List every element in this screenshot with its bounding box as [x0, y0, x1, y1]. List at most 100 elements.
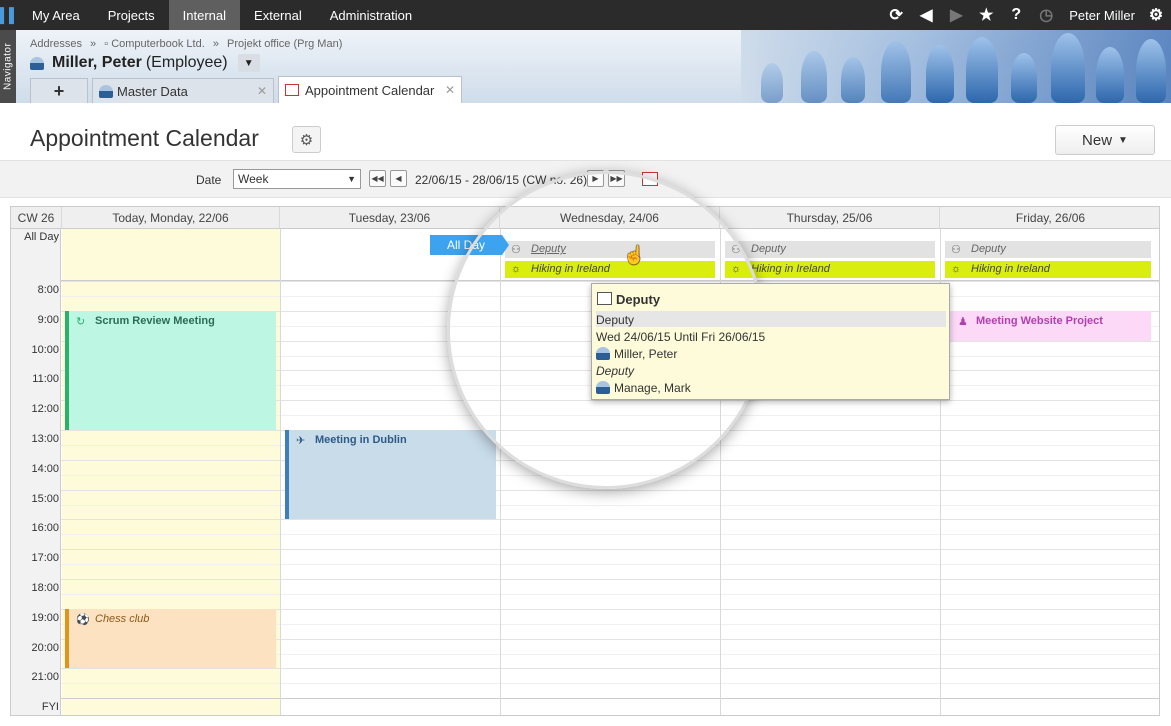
hour-label: 9:00: [37, 314, 59, 326]
refresh-icon[interactable]: ⟳: [881, 0, 911, 30]
page-header: Appointment Calendar ⚙ New ▼: [0, 103, 1171, 160]
nav-internal[interactable]: Internal: [168, 0, 241, 30]
calendar-picker-icon[interactable]: [642, 172, 658, 186]
close-tab-icon[interactable]: ✕: [257, 84, 267, 98]
last-page-icon[interactable]: ▶▶: [608, 170, 625, 187]
breadcrumb-company[interactable]: Computerbook Ltd.: [111, 38, 205, 50]
forward-arrow-icon[interactable]: ▶: [941, 0, 971, 30]
tooltip-category: Deputy: [596, 311, 946, 327]
hour-label: 8:00: [37, 284, 59, 296]
page-title: Appointment Calendar: [30, 125, 259, 151]
entity-name: Miller, Peter: [52, 54, 142, 71]
half-hour-gridline: [61, 564, 1159, 565]
all-day-event-deputy[interactable]: ⚇ Deputy: [945, 241, 1151, 258]
hour-label: 17:00: [31, 552, 59, 564]
group-icon: ♟: [958, 316, 968, 328]
event-chess-club[interactable]: ⚽ Chess club: [65, 609, 276, 668]
hand-cursor-icon: ☝: [623, 245, 646, 265]
back-arrow-icon[interactable]: ◀: [911, 0, 941, 30]
all-day-event-hiking[interactable]: ☼ Hiking in Ireland: [945, 261, 1151, 278]
all-day-badge: All Day: [430, 235, 509, 255]
vacation-icon: ☼: [731, 263, 742, 275]
first-page-icon[interactable]: ◀◀: [369, 170, 386, 187]
event-meeting-website-project[interactable]: ♟ Meeting Website Project: [950, 311, 1151, 341]
employee-icon: [596, 381, 610, 394]
week-calendar: CW 26 Today, Monday, 22/06 Tuesday, 23/0…: [10, 206, 1160, 716]
company-icon: ▫: [104, 38, 109, 50]
event-label: Hiking in Ireland: [531, 263, 610, 275]
hour-label: 14:00: [31, 463, 59, 475]
page-settings-gear-icon[interactable]: ⚙: [292, 126, 321, 153]
deputy-person-icon: ⚇: [951, 244, 961, 256]
breadcrumb-separator: »: [212, 38, 219, 50]
day-divider: [500, 229, 501, 715]
event-label: Scrum Review Meeting: [95, 315, 215, 327]
nav-administration[interactable]: Administration: [316, 0, 426, 30]
half-hour-gridline: [61, 505, 1159, 506]
help-icon[interactable]: ?: [1001, 0, 1031, 30]
chevron-down-icon: ▼: [347, 174, 356, 184]
day-header-thursday[interactable]: Thursday, 25/06: [720, 207, 940, 229]
recurring-icon: ↻: [76, 316, 86, 328]
breadcrumb-addresses[interactable]: Addresses: [30, 38, 82, 50]
new-button[interactable]: New ▼: [1055, 125, 1155, 155]
close-tab-icon[interactable]: ✕: [445, 83, 455, 97]
nav-my-area[interactable]: My Area: [18, 0, 94, 30]
airplane-icon: ✈: [296, 435, 306, 447]
employee-icon: [596, 347, 610, 360]
all-day-event-hiking[interactable]: ☼ Hiking in Ireland: [725, 261, 935, 278]
breadcrumb-project-office[interactable]: Projekt office (Prg Man): [227, 38, 342, 50]
navigator-side-tab[interactable]: Navigator: [0, 30, 16, 103]
nav-external[interactable]: External: [240, 0, 316, 30]
event-meeting-in-dublin[interactable]: ✈ Meeting in Dublin: [285, 430, 496, 519]
event-label: Chess club: [95, 613, 150, 625]
tab-master-data[interactable]: Master Data ✕: [92, 78, 274, 103]
view-select[interactable]: Week ▼: [233, 169, 361, 189]
hour-gridline: [61, 460, 1159, 461]
next-week-icon[interactable]: ▶: [587, 170, 604, 187]
hour-label: 18:00: [31, 582, 59, 594]
previous-week-icon[interactable]: ◀: [390, 170, 407, 187]
hour-gridline: [61, 281, 1159, 282]
entity-role: (Employee): [145, 54, 228, 71]
deputy-person-icon: ⚇: [731, 244, 741, 256]
event-label: Meeting Website Project: [976, 315, 1103, 327]
calendar-icon: [285, 84, 299, 96]
add-tab-button[interactable]: +: [30, 78, 88, 103]
half-hour-gridline: [61, 475, 1159, 476]
fyi-label: FYI: [41, 701, 59, 713]
all-day-event-deputy[interactable]: ⚇ Deputy: [505, 241, 715, 258]
event-label: Deputy: [751, 243, 786, 255]
day-header-wednesday[interactable]: Wednesday, 24/06: [500, 207, 720, 229]
chevron-down-icon: ▼: [1118, 134, 1128, 146]
entity-dropdown-button[interactable]: ▼: [237, 54, 260, 72]
hour-label: 13:00: [31, 433, 59, 445]
week-number-header: CW 26: [11, 207, 62, 229]
day-header-friday[interactable]: Friday, 26/06: [940, 207, 1159, 229]
hour-label: 15:00: [31, 493, 59, 505]
app-logo-icon[interactable]: ▌▌: [0, 0, 19, 30]
stopwatch-icon[interactable]: ◷: [1031, 0, 1061, 30]
appointment-icon: [597, 292, 612, 305]
favorites-star-icon[interactable]: ★: [971, 0, 1001, 30]
tooltip-person: Manage, Mark: [596, 381, 691, 395]
header-banner-image: [741, 30, 1171, 103]
settings-gear-icon[interactable]: ⚙: [1141, 0, 1171, 30]
toolbar-right: ⟳ ◀ ▶ ★ ? ◷ Peter Miller ⚙: [881, 0, 1171, 30]
all-day-event-hiking[interactable]: ☼ Hiking in Ireland: [505, 261, 715, 278]
event-scrum-review-meeting[interactable]: ↻ Scrum Review Meeting: [65, 311, 276, 430]
hour-gridline: [61, 490, 1159, 491]
breadcrumb-separator: »: [90, 38, 97, 50]
day-header-tuesday[interactable]: Tuesday, 23/06: [280, 207, 500, 229]
tab-appointment-calendar[interactable]: Appointment Calendar ✕: [278, 76, 462, 103]
user-name[interactable]: Peter Miller: [1061, 8, 1141, 23]
employee-icon: [30, 56, 44, 70]
nav-projects[interactable]: Projects: [94, 0, 169, 30]
view-select-value: Week: [238, 172, 269, 186]
hour-label: 11:00: [32, 373, 59, 385]
day-divider: [280, 229, 281, 715]
all-day-event-deputy[interactable]: ⚇ Deputy: [725, 241, 935, 258]
day-header-monday[interactable]: Today, Monday, 22/06: [62, 207, 280, 229]
event-label: Hiking in Ireland: [971, 263, 1050, 275]
new-button-label: New: [1082, 131, 1113, 149]
